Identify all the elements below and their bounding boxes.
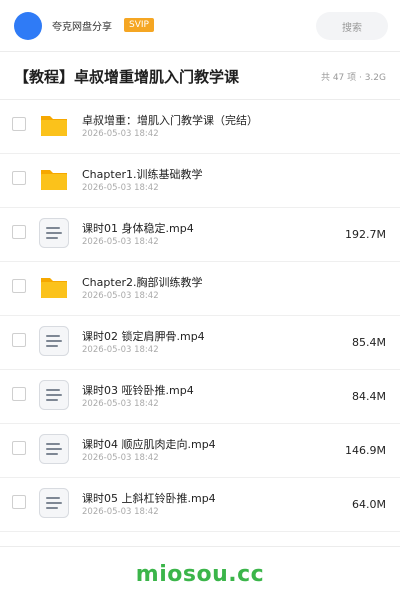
item-date: 2026-05-03 18:42 (82, 237, 159, 247)
document-icon (38, 487, 70, 519)
item-size: 64.0M (352, 498, 386, 511)
item-date: 2026-05-03 18:42 (82, 183, 159, 193)
search-button[interactable]: 搜索 (316, 12, 388, 40)
row-checkbox[interactable] (12, 117, 26, 131)
item-name: 课时04 顺应肌肉走向.mp4 (82, 438, 216, 451)
folder-icon (38, 109, 70, 141)
folder-icon (38, 271, 70, 303)
row-checkbox[interactable] (12, 279, 26, 293)
title-bar: 【教程】卓叔增重增肌入门教学课 共 47 项 · 3.2G (0, 52, 400, 100)
document-icon (38, 433, 70, 465)
footer-divider (0, 546, 400, 547)
item-date: 2026-05-03 18:42 (82, 291, 159, 301)
folder-icon (38, 163, 70, 195)
folder-row[interactable]: Chapter2.胸部训练教学 2026-05-03 18:42 (0, 262, 400, 316)
item-size: 85.4M (352, 336, 386, 349)
page-title: 【教程】卓叔增重增肌入门教学课 (14, 68, 240, 86)
document-icon (38, 217, 70, 249)
item-name: 课时01 身体稳定.mp4 (82, 222, 194, 235)
row-checkbox[interactable] (12, 171, 26, 185)
item-size: 146.9M (345, 444, 386, 457)
document-icon (38, 379, 70, 411)
item-name: 课时02 锁定肩胛骨.mp4 (82, 330, 205, 343)
file-row[interactable]: 课时02 锁定肩胛骨.mp4 2026-05-03 18:42 85.4M (0, 316, 400, 370)
folder-row[interactable]: Chapter1.训练基础教学 2026-05-03 18:42 (0, 154, 400, 208)
svip-badge: SVIP (124, 18, 154, 32)
file-list: 卓叔增重：增肌入门教学课（完结） 2026-05-03 18:42 Chapter1… (0, 100, 400, 532)
item-date: 2026-05-03 18:42 (82, 399, 159, 409)
app-header: 夸克网盘分享 SVIP 搜索 (0, 0, 400, 52)
row-checkbox[interactable] (12, 441, 26, 455)
item-name: Chapter2.胸部训练教学 (82, 276, 203, 289)
file-row[interactable]: 课时05 上斜杠铃卧推.mp4 2026-05-03 18:42 64.0M (0, 478, 400, 532)
search-label: 搜索 (342, 22, 362, 34)
file-row[interactable]: 课时03 哑铃卧推.mp4 2026-05-03 18:42 84.4M (0, 370, 400, 424)
item-date: 2026-05-03 18:42 (82, 345, 159, 355)
sharer-name: 夸克网盘分享 (52, 22, 112, 33)
item-name: Chapter1.训练基础教学 (82, 168, 203, 181)
item-name: 课时03 哑铃卧推.mp4 (82, 384, 194, 397)
watermark: miosou.cc (135, 562, 265, 587)
avatar[interactable] (14, 12, 42, 40)
item-size: 192.7M (345, 228, 386, 241)
item-summary: 共 47 项 · 3.2G (320, 73, 386, 83)
row-checkbox[interactable] (12, 495, 26, 509)
item-name: 卓叔增重：增肌入门教学课（完结） (82, 114, 258, 127)
file-row[interactable]: 课时01 身体稳定.mp4 2026-05-03 18:42 192.7M (0, 208, 400, 262)
document-icon (38, 325, 70, 357)
row-checkbox[interactable] (12, 387, 26, 401)
item-size: 84.4M (352, 390, 386, 403)
item-date: 2026-05-03 18:42 (82, 453, 159, 463)
item-date: 2026-05-03 18:42 (82, 507, 159, 517)
item-date: 2026-05-03 18:42 (82, 129, 159, 139)
file-row[interactable]: 课时04 顺应肌肉走向.mp4 2026-05-03 18:42 146.9M (0, 424, 400, 478)
item-name: 课时05 上斜杠铃卧推.mp4 (82, 492, 216, 505)
folder-row[interactable]: 卓叔增重：增肌入门教学课（完结） 2026-05-03 18:42 (0, 100, 400, 154)
row-checkbox[interactable] (12, 225, 26, 239)
row-checkbox[interactable] (12, 333, 26, 347)
